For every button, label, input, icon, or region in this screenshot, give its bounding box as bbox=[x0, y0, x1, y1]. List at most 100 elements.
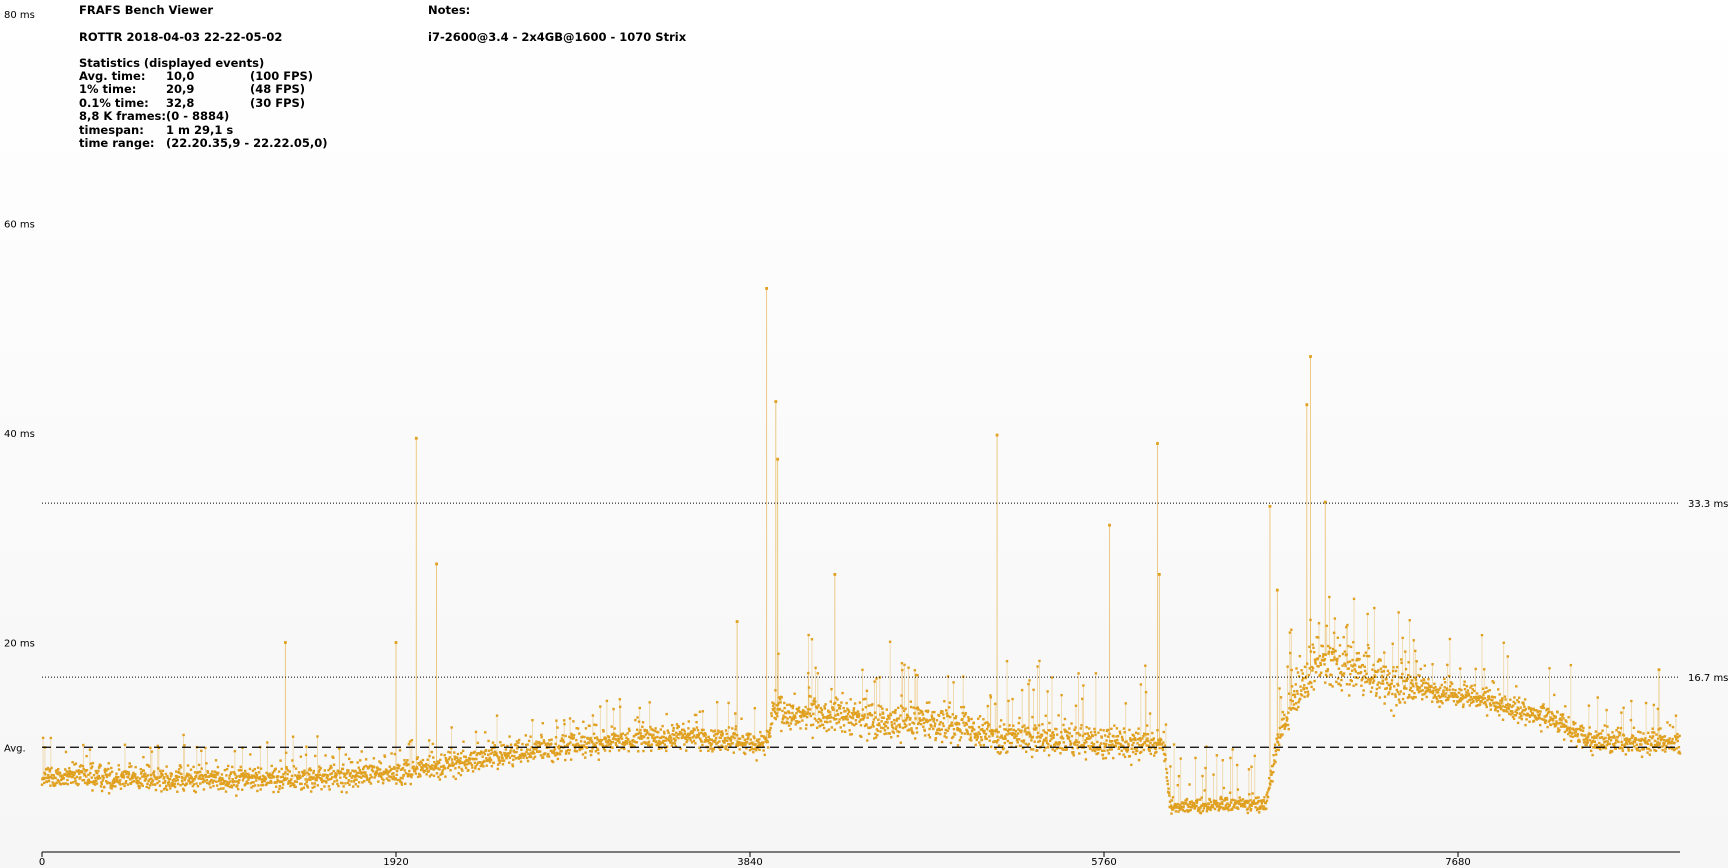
frame-point bbox=[852, 707, 856, 710]
frame-point bbox=[1480, 700, 1483, 703]
frame-point bbox=[1286, 723, 1290, 727]
frame-point bbox=[1222, 786, 1226, 790]
frame-point bbox=[1051, 748, 1054, 751]
frame-point bbox=[498, 761, 501, 765]
frame-point bbox=[770, 714, 773, 718]
frame-point bbox=[426, 767, 429, 770]
frame-point bbox=[327, 785, 331, 788]
frame-point bbox=[798, 720, 801, 724]
frame-point bbox=[783, 706, 786, 710]
frame-point bbox=[569, 758, 573, 761]
frame-point bbox=[446, 761, 449, 764]
frame-point bbox=[1655, 733, 1658, 736]
frame-point bbox=[1006, 739, 1009, 743]
frame-point bbox=[438, 778, 442, 781]
frame-point bbox=[82, 778, 86, 782]
frame-point bbox=[1281, 733, 1284, 736]
frame-point bbox=[1348, 660, 1352, 663]
frame-point bbox=[1401, 697, 1405, 701]
frame-point bbox=[1097, 731, 1100, 734]
frame-point bbox=[1547, 710, 1551, 714]
frame-point bbox=[130, 765, 133, 768]
frame-point bbox=[214, 759, 218, 762]
frame-point bbox=[1435, 697, 1439, 701]
frame-point bbox=[711, 750, 714, 753]
frame-point bbox=[719, 748, 722, 751]
frame-point bbox=[839, 711, 843, 715]
frame-point bbox=[289, 784, 292, 788]
frame-point bbox=[1152, 737, 1155, 740]
frame-point bbox=[1647, 731, 1650, 735]
frame-point bbox=[395, 782, 398, 785]
frame-point bbox=[886, 721, 889, 724]
frame-point bbox=[933, 722, 937, 725]
frame-point bbox=[317, 770, 321, 773]
stat-value: 32,8 bbox=[165, 95, 195, 110]
frame-point bbox=[860, 735, 863, 739]
frame-point bbox=[1472, 700, 1475, 703]
frame-point bbox=[841, 691, 844, 695]
frame-point bbox=[1107, 752, 1111, 755]
frame-point bbox=[520, 748, 523, 751]
frame-point bbox=[1431, 663, 1434, 666]
frame-point bbox=[898, 730, 901, 734]
frame-point bbox=[177, 775, 181, 779]
frame-point bbox=[470, 763, 474, 767]
frame-point bbox=[485, 764, 488, 767]
frame-point bbox=[620, 734, 623, 738]
frame-point bbox=[592, 732, 596, 736]
frame-point bbox=[1166, 782, 1170, 786]
frame-point bbox=[562, 719, 566, 722]
frame-point bbox=[91, 761, 95, 765]
frame-point bbox=[912, 722, 916, 725]
frame-point bbox=[1293, 693, 1296, 697]
frame-point bbox=[852, 714, 855, 717]
frame-point bbox=[808, 708, 812, 711]
frame-point bbox=[363, 779, 366, 783]
frame-point bbox=[1492, 701, 1496, 705]
stat-value: 20,9 bbox=[165, 82, 195, 97]
frame-point bbox=[272, 775, 276, 779]
frame-point bbox=[1122, 753, 1125, 756]
frame-point bbox=[82, 743, 85, 747]
frame-point bbox=[647, 740, 651, 744]
frame-point bbox=[475, 757, 478, 761]
frame-point bbox=[1297, 700, 1300, 704]
frame-point bbox=[392, 772, 395, 775]
frame-point bbox=[564, 752, 568, 755]
frame-point bbox=[1116, 734, 1120, 738]
frame-point bbox=[932, 720, 935, 723]
frame-point bbox=[1159, 738, 1163, 742]
frame-point bbox=[746, 736, 750, 740]
frame-point bbox=[311, 782, 314, 785]
frame-point bbox=[1212, 773, 1215, 776]
frame-point bbox=[634, 718, 637, 722]
frame-point bbox=[900, 661, 904, 665]
frame-point bbox=[916, 673, 919, 677]
frame-point bbox=[198, 770, 202, 774]
frame-point bbox=[255, 773, 259, 777]
frame-point bbox=[232, 779, 235, 783]
frame-point bbox=[448, 756, 452, 759]
frame-point bbox=[202, 788, 206, 791]
frame-point bbox=[169, 775, 173, 778]
frame-point bbox=[1575, 727, 1579, 731]
frame-point bbox=[1370, 686, 1374, 689]
frame-point bbox=[328, 788, 331, 791]
frame-point bbox=[597, 752, 600, 755]
stats-heading: Statistics (displayed events) bbox=[79, 56, 265, 70]
frame-point bbox=[488, 760, 492, 764]
frame-point bbox=[909, 717, 912, 720]
frame-point bbox=[853, 702, 857, 705]
frame-point bbox=[1500, 702, 1503, 705]
frame-point bbox=[235, 794, 238, 797]
frame-point bbox=[745, 741, 749, 744]
frame-point bbox=[492, 761, 495, 765]
frame-point bbox=[613, 727, 616, 730]
frame-point bbox=[508, 735, 511, 738]
frame-point bbox=[1406, 677, 1409, 680]
frame-point bbox=[92, 773, 96, 777]
frame-point bbox=[552, 752, 556, 755]
frame-point bbox=[1121, 739, 1125, 742]
frame-point bbox=[726, 748, 730, 752]
